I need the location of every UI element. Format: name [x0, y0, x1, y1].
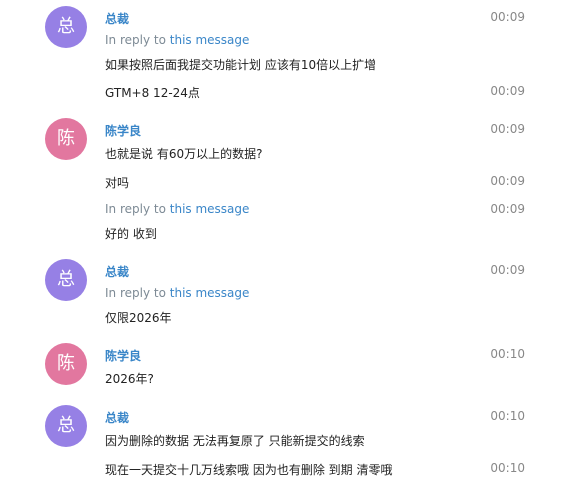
message-time: 00:10 — [490, 409, 525, 423]
message-text: 因为删除的数据 无法再复原了 只能新提交的线索 — [105, 434, 365, 448]
message-time: 00:09 — [490, 84, 525, 98]
message-text: GTM+8 12-24点 — [105, 86, 200, 100]
message-text: 对吗 — [105, 176, 130, 190]
avatar[interactable]: 总 — [45, 405, 87, 447]
reply-indicator: In reply to this message — [105, 202, 249, 216]
message-text: 2026年? — [105, 372, 154, 386]
sender-name[interactable]: 陈学良 — [105, 347, 141, 364]
avatar[interactable]: 总 — [45, 259, 87, 301]
reply-link[interactable]: this message — [170, 33, 250, 47]
message-text: 仅限2026年 — [105, 311, 172, 325]
reply-prefix: In reply to — [105, 202, 166, 216]
message-text: 如果按照后面我提交功能计划 应该有10倍以上扩增 — [105, 58, 377, 72]
sender-name[interactable]: 总裁 — [105, 10, 129, 27]
reply-indicator: In reply to this message — [105, 33, 249, 47]
reply-link[interactable]: this message — [170, 202, 250, 216]
avatar[interactable]: 总 — [45, 6, 87, 48]
message-time: 00:09 — [490, 263, 525, 277]
message-time: 00:10 — [490, 461, 525, 475]
sender-name[interactable]: 总裁 — [105, 409, 129, 426]
message-time: 00:09 — [490, 10, 525, 24]
message-text: 好的 收到 — [105, 227, 157, 241]
reply-prefix: In reply to — [105, 286, 166, 300]
message-text: 也就是说 有60万以上的数据? — [105, 147, 263, 161]
message-time: 00:09 — [490, 174, 525, 188]
avatar[interactable]: 陈 — [45, 118, 87, 160]
sender-name[interactable]: 总裁 — [105, 263, 129, 280]
sender-name[interactable]: 陈学良 — [105, 122, 141, 139]
avatar[interactable]: 陈 — [45, 343, 87, 385]
reply-indicator: In reply to this message — [105, 286, 249, 300]
message-time: 00:09 — [490, 122, 525, 136]
message-text: 现在一天提交十几万线索哦 因为也有删除 到期 清零哦 — [105, 463, 393, 477]
message-time: 00:10 — [490, 347, 525, 361]
reply-prefix: In reply to — [105, 33, 166, 47]
message-time: 00:09 — [490, 202, 525, 216]
reply-link[interactable]: this message — [170, 286, 250, 300]
